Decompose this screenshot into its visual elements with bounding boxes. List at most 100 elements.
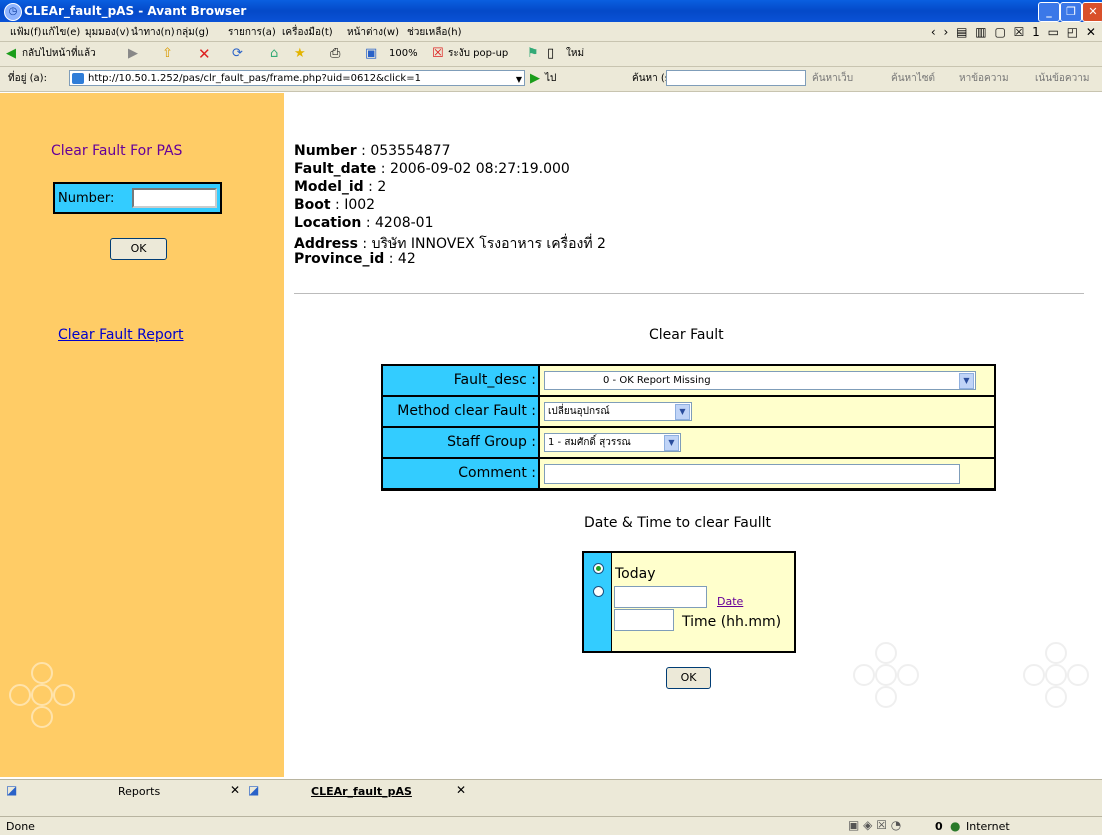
divider — [294, 293, 1084, 294]
time-label: Time (hh.mm) — [682, 614, 782, 630]
method-select[interactable]: เปลี่ยนอุปกรณ์ ▼ — [544, 402, 692, 421]
menu-edit[interactable]: แก้ไข(e) — [42, 25, 80, 40]
popup-blocker-label[interactable]: ระงับ pop-up — [448, 46, 508, 62]
number-input[interactable] — [132, 188, 217, 208]
zoom-level[interactable]: 100% — [389, 46, 418, 62]
record-province-id: Province_id : 42 — [294, 251, 416, 267]
favorites-star-icon[interactable]: ★ — [294, 46, 306, 62]
menu-navigate[interactable]: นำทาง(n) — [131, 25, 175, 40]
sidebar-ok-button[interactable]: OK — [110, 238, 167, 260]
page-favicon-icon — [72, 73, 84, 84]
number-label: Number: — [58, 191, 115, 206]
print-icon[interactable]: ⎙ — [330, 46, 340, 62]
menu-list[interactable]: รายการ(a) — [228, 25, 276, 40]
refresh-icon[interactable]: ⟳ — [232, 46, 243, 62]
back-button-label[interactable]: กลับไปหน้าที่แล้ว — [22, 46, 96, 62]
fault-desc-row: Fault_desc : 0 - OK Report Missing ▼ — [383, 366, 994, 395]
sidebar-frame: Clear Fault For PAS Number: OK Clear Fau… — [0, 93, 284, 777]
today-radio[interactable] — [593, 563, 604, 574]
custom-date-radio[interactable] — [593, 586, 604, 597]
date-input[interactable] — [614, 586, 707, 608]
record-location: Location : 4208-01 — [294, 215, 434, 231]
back-arrow-icon[interactable]: ◀ — [6, 46, 16, 62]
status-count: 0 — [935, 820, 943, 833]
time-input[interactable] — [614, 609, 674, 631]
title-bar: ◷ CLEAr_fault_pAS - Avant Browser _ ❐ ✕ — [0, 0, 1102, 22]
globe-icon: ● — [950, 819, 961, 833]
new-button-label[interactable]: ใหม่ — [566, 46, 584, 62]
go-arrow-icon[interactable]: ▶ — [530, 71, 540, 87]
new-page-icon[interactable]: ▯ — [547, 46, 554, 62]
go-button-label[interactable]: ไป — [545, 71, 556, 87]
site-search-button[interactable]: ค้นหาไซต์ — [891, 71, 935, 87]
browser-logo-icon: ◷ — [4, 3, 22, 21]
record-boot: Boot : I002 — [294, 197, 376, 213]
url-dropdown-icon[interactable]: ▼ — [516, 72, 522, 88]
staff-group-label: Staff Group : — [383, 428, 538, 457]
forward-arrow-icon[interactable]: ▶ — [128, 46, 138, 62]
main-toolbar: ◀ กลับไปหน้าที่แล้ว ▶ ⇧ ✕ ⟳ ⌂ ★ ⎙ ▣ 100%… — [0, 42, 1102, 67]
submit-ok-button[interactable]: OK — [666, 667, 711, 689]
tab-strip: ◪ Reports ✕ ◪ CLEAr_fault_pAS ✕ — [0, 779, 1102, 816]
web-search-button[interactable]: ค้นหาเว็บ — [812, 71, 853, 87]
fault-desc-label: Fault_desc : — [383, 366, 538, 395]
number-search-box: Number: — [53, 182, 222, 214]
status-tray-icons[interactable]: ▣ ◈ ☒ ◔ — [848, 818, 901, 832]
record-model-id: Model_id : 2 — [294, 179, 387, 195]
menu-help[interactable]: ช่วยเหลือ(h) — [407, 25, 462, 40]
home-icon[interactable]: ⌂ — [270, 46, 278, 62]
status-text: Done — [6, 820, 35, 833]
page-icon[interactable]: ▣ — [365, 46, 377, 62]
zone-label: Internet — [966, 820, 1010, 833]
watermark-flower-icon — [9, 662, 75, 728]
clear-fault-report-link[interactable]: Clear Fault Report — [58, 327, 184, 343]
close-button[interactable]: ✕ — [1082, 2, 1102, 22]
watermark-flower-right-icon — [1023, 642, 1089, 708]
stop-icon[interactable]: ✕ — [198, 46, 211, 62]
popup-blocker-icon[interactable]: ☒ — [432, 46, 444, 62]
flag-icon[interactable]: ⚑ — [527, 46, 539, 62]
clear-fault-title: Clear Fault — [649, 327, 724, 343]
fault-desc-select[interactable]: 0 - OK Report Missing ▼ — [544, 371, 976, 390]
close-tab-icon[interactable]: ✕ — [456, 783, 466, 797]
datetime-title: Date & Time to clear Faullt — [584, 515, 771, 531]
comment-row: Comment : — [383, 459, 994, 488]
method-row: Method clear Fault : เปลี่ยนอุปกรณ์ ▼ — [383, 397, 994, 426]
close-tab-icon[interactable]: ✕ — [230, 783, 240, 797]
staff-group-select[interactable]: 1 - สมศักดิ์ สุวรรณ ▼ — [544, 433, 681, 452]
clear-fault-form: Fault_desc : 0 - OK Report Missing ▼ Met… — [381, 364, 996, 491]
comment-input[interactable] — [544, 464, 960, 484]
tab-clear-fault[interactable]: CLEAr_fault_pAS — [311, 785, 412, 798]
chevron-down-icon: ▼ — [664, 435, 679, 451]
up-arrow-icon[interactable]: ⇧ — [162, 46, 173, 62]
menu-bar: แฟ้ม(f) แก้ไข(e) มุมมอง(v) นำทาง(n) กลุ่… — [0, 22, 1102, 42]
search-input[interactable] — [666, 70, 806, 86]
menu-file[interactable]: แฟ้ม(f) — [10, 25, 41, 40]
comment-label: Comment : — [383, 459, 538, 488]
window-layout-icons[interactable]: ‹ › ▤ ▥ ▢ ☒ 1 ▭ ◰ ✕ — [931, 25, 1098, 39]
menu-view[interactable]: มุมมอง(v) — [85, 25, 129, 40]
chevron-down-icon: ▼ — [675, 404, 690, 420]
highlight-button[interactable]: เน้นข้อความ — [1035, 71, 1089, 87]
staff-group-row: Staff Group : 1 - สมศักดิ์ สุวรรณ ▼ — [383, 428, 994, 457]
page-tab-icon: ◪ — [6, 783, 18, 797]
restore-button[interactable]: ❐ — [1060, 2, 1082, 22]
method-label: Method clear Fault : — [383, 397, 538, 426]
today-label: Today — [615, 566, 656, 582]
menu-group[interactable]: กลุ่ม(g) — [176, 25, 209, 40]
minimize-button[interactable]: _ — [1038, 2, 1060, 22]
datetime-box: Today Date Time (hh.mm) — [582, 551, 796, 653]
status-bar: Done ▣ ◈ ☒ ◔ 0 ● Internet — [0, 816, 1102, 835]
url-input[interactable]: http://10.50.1.252/pas/clr_fault_pas/fra… — [69, 70, 525, 86]
menu-window[interactable]: หน้าต่าง(w) — [347, 25, 399, 40]
address-label: ที่อยู่ (a): — [8, 73, 47, 84]
watermark-flower-mid-icon — [853, 642, 919, 708]
sidebar-title: Clear Fault For PAS — [51, 143, 183, 159]
window-title: CLEAr_fault_pAS - Avant Browser — [24, 4, 247, 18]
find-text-button[interactable]: หาข้อความ — [959, 71, 1009, 87]
tab-reports[interactable]: Reports — [118, 785, 160, 798]
menu-tools[interactable]: เครื่องมือ(t) — [282, 25, 333, 40]
record-number: Number : 053554877 — [294, 143, 451, 159]
date-link[interactable]: Date — [717, 595, 743, 608]
chevron-down-icon: ▼ — [959, 373, 974, 389]
